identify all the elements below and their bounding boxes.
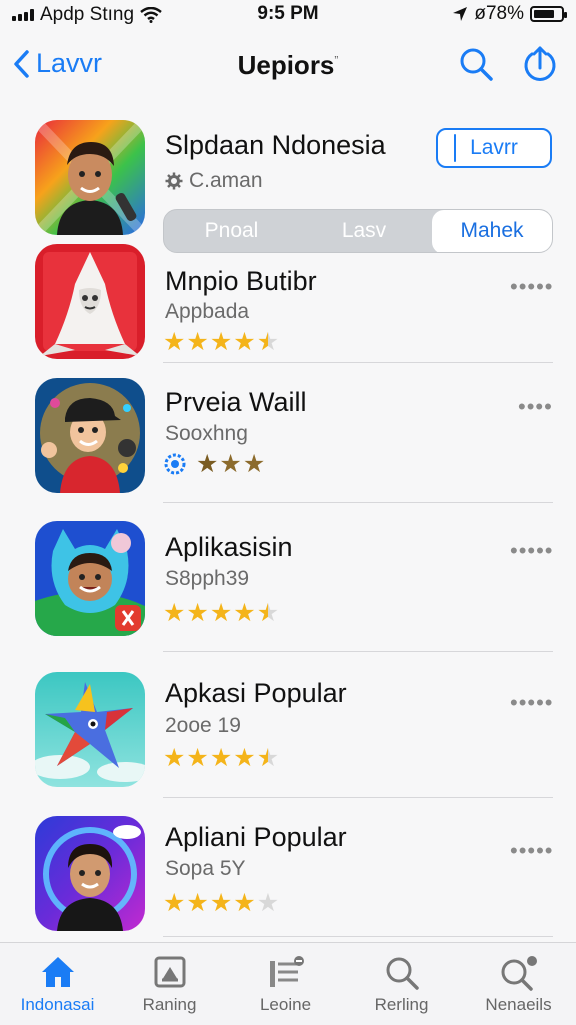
- app-subtitle: 2ooe 19: [165, 714, 241, 737]
- app-title[interactable]: Prveia Waill: [165, 387, 307, 418]
- tab-label: Leoine: [259, 995, 312, 1014]
- more-button[interactable]: •••••: [510, 838, 554, 864]
- star-icon: ★: [163, 889, 186, 917]
- star-icon: ★: [163, 328, 186, 356]
- app-icon[interactable]: [35, 378, 145, 493]
- chart-icon: [154, 956, 185, 988]
- tab-label: Raning: [142, 995, 197, 1014]
- app-subtitle: S8pph39: [165, 567, 250, 590]
- star-icon: ★: [196, 450, 219, 478]
- star-icon: ★: [209, 889, 233, 917]
- app-subtitle: Sooxhng: [165, 422, 248, 445]
- divider: [163, 936, 553, 937]
- more-button[interactable]: ••••: [518, 394, 553, 420]
- list-icon: [269, 956, 304, 987]
- star-icon: ★: [233, 599, 256, 627]
- location-arrow-icon: [453, 7, 468, 21]
- star-icon: ★: [256, 328, 280, 356]
- star-icon: ★: [186, 744, 209, 772]
- app-title[interactable]: Apkasi Popular: [165, 678, 347, 709]
- divider: [163, 362, 553, 363]
- search-icon: [501, 956, 537, 991]
- star-icon: ★: [186, 599, 209, 627]
- featured-app-subtitle: C.aman: [189, 169, 263, 192]
- status-right: ø78%: [452, 3, 567, 25]
- rating-stars: ★ ★ ★: [196, 452, 265, 477]
- app-icon[interactable]: [35, 244, 145, 359]
- home-icon: [41, 957, 74, 987]
- badge-icon: [163, 452, 187, 481]
- segmented-control: Pnoal Lasv Mahek: [163, 209, 553, 253]
- divider: [163, 797, 553, 798]
- star-icon: ★: [209, 599, 233, 627]
- featured-app-title[interactable]: Slpdaan Ndonesia: [165, 130, 386, 161]
- star-icon: ★: [186, 328, 209, 356]
- star-icon: ★: [256, 889, 280, 917]
- app-title[interactable]: Mnpio Butibr: [165, 266, 317, 297]
- app-subtitle: Sopa 5Y: [165, 857, 246, 880]
- battery-icon: [530, 6, 567, 22]
- tab-home[interactable]: Indonasai: [0, 943, 115, 1025]
- share-button[interactable]: [522, 44, 558, 89]
- featured-app-subtitle-row: C.aman: [165, 169, 263, 193]
- search-icon: [460, 48, 493, 81]
- tab-label: Rerling: [374, 995, 429, 1014]
- segment-option-3[interactable]: Mahek: [432, 210, 552, 252]
- search-button[interactable]: [458, 46, 494, 87]
- more-button[interactable]: •••••: [510, 690, 554, 716]
- tab-ranking[interactable]: Raning: [112, 943, 227, 1025]
- more-button[interactable]: •••••: [510, 538, 554, 564]
- segment-option-1[interactable]: Pnoal: [164, 210, 299, 252]
- divider: [163, 651, 553, 652]
- rating-stars: ★ ★ ★ ★ ★: [163, 891, 279, 916]
- divider: [163, 502, 553, 503]
- page-title-mark: ”: [334, 53, 339, 68]
- rating-stars: ★ ★ ★ ★ ★: [163, 601, 279, 626]
- rating-stars: ★ ★ ★ ★ ★: [163, 746, 279, 771]
- tab-bar: Indonasai Raning Leoine Rerling Nenaeils: [0, 942, 576, 1025]
- tab-search[interactable]: Rerling: [344, 943, 459, 1025]
- star-icon: ★: [186, 889, 209, 917]
- featured-app-icon[interactable]: [35, 120, 145, 235]
- app-icon[interactable]: [35, 816, 145, 931]
- star-icon: ★: [163, 599, 186, 627]
- tab-notifications[interactable]: Nenaeils: [461, 943, 576, 1025]
- share-icon: [524, 46, 556, 81]
- status-bar: Apdp Stıng 9:5 PM ø78%: [0, 0, 576, 30]
- app-icon[interactable]: [35, 672, 145, 787]
- app-title[interactable]: Apliani Popular: [165, 822, 347, 853]
- gear-icon: [165, 172, 183, 190]
- navigation-bar: Lavvr Uepiors”: [0, 30, 576, 104]
- star-icon: ★: [233, 744, 256, 772]
- star-icon: ★: [233, 328, 256, 356]
- star-icon: ★: [209, 744, 233, 772]
- rating-stars: ★ ★ ★ ★ ★: [163, 330, 279, 355]
- tab-online[interactable]: Leoine: [228, 943, 343, 1025]
- tab-label: Nenaeils: [485, 995, 552, 1014]
- more-button[interactable]: •••••: [510, 274, 554, 300]
- star-icon: ★: [256, 744, 280, 772]
- star-icon: ★: [256, 599, 280, 627]
- star-icon: ★: [163, 744, 186, 772]
- star-icon: ★: [242, 450, 266, 478]
- tab-label: Indonasai: [20, 995, 95, 1014]
- segment-option-2[interactable]: Lasv: [294, 210, 434, 252]
- battery-label: ø78%: [474, 3, 524, 24]
- app-icon[interactable]: [35, 521, 145, 636]
- app-subtitle: Appbada: [165, 300, 250, 323]
- star-icon: ★: [219, 450, 242, 478]
- search-icon: [386, 957, 419, 990]
- get-button[interactable]: Lavrr: [436, 128, 552, 168]
- app-title[interactable]: Aplikasisin: [165, 532, 293, 563]
- page-title-text: Uepiors: [237, 50, 335, 80]
- star-icon: ★: [233, 889, 256, 917]
- star-icon: ★: [209, 328, 233, 356]
